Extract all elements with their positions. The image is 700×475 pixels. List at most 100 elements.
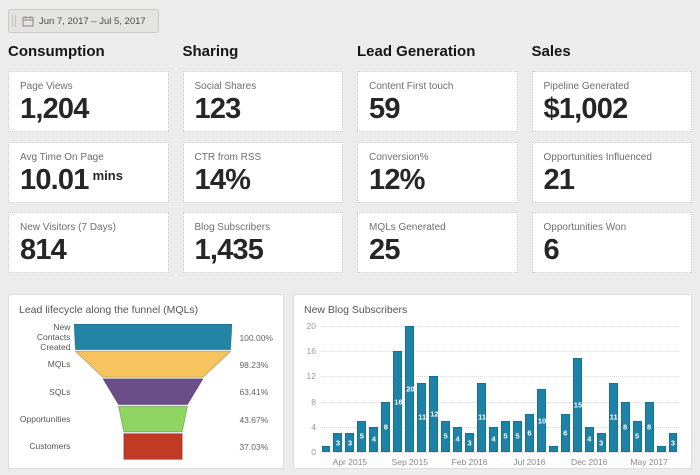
gridline [320,452,679,453]
y-axis-tick-label: 16 [304,347,316,356]
bar[interactable]: 3 [669,433,678,452]
funnel-segment[interactable] [76,351,231,377]
bar[interactable] [657,446,666,452]
bar-value-label: 20 [406,385,413,394]
bar[interactable]: 3 [333,433,342,452]
kpi-card: New Visitors (7 Days) 814 [8,212,169,273]
topbar: Jun 7, 2017 – Jul 5, 2017 [0,0,700,33]
funnel-percent-label: 63.41% [239,379,273,406]
calendar-icon [22,15,34,27]
bar[interactable]: 11 [417,383,426,452]
column-title: Sales [532,43,693,60]
kpi-grid: Consumption Page Views 1,204 Avg Time On… [8,41,692,273]
kpi-value: 1,204 [20,95,157,124]
funnel-segment[interactable] [124,434,183,460]
bar[interactable] [322,446,331,452]
x-axis-tick-label: Jul 2016 [513,458,545,467]
y-axis-tick-label: 20 [304,322,316,331]
bar[interactable]: 4 [489,427,498,452]
bar[interactable]: 5 [633,421,642,453]
gridline [320,326,679,327]
bar-value-label: 4 [370,435,377,444]
column-title: Consumption [8,43,169,60]
bar[interactable]: 5 [441,421,450,453]
kpi-value: 6 [544,236,681,265]
kpi-label: CTR from RSS [195,152,332,163]
kpi-label: Page Views [20,81,157,92]
funnel-percent-label: 43.67% [239,406,273,433]
bar[interactable]: 5 [357,421,366,453]
bar[interactable]: 11 [609,383,618,452]
funnel-shape [74,324,232,461]
bar[interactable]: 15 [573,358,582,453]
bar[interactable]: 4 [453,427,462,452]
bar[interactable]: 8 [645,402,654,452]
charts-row: Lead lifecycle along the funnel (MQLs) N… [8,294,692,469]
column-title: Lead Generation [357,43,518,60]
bar[interactable]: 4 [369,427,378,452]
bar[interactable]: 8 [621,402,630,452]
funnel-percent-label: 37.03% [239,434,273,461]
bar-value-label: 11 [478,413,485,422]
bar[interactable]: 4 [585,427,594,452]
date-range-label: Jun 7, 2017 – Jul 5, 2017 [39,16,146,27]
bar[interactable]: 12 [429,376,438,452]
kpi-label: Social Shares [195,81,332,92]
x-axis-tick-label: Apr 2015 [333,458,368,467]
date-range-picker[interactable]: Jun 7, 2017 – Jul 5, 2017 [8,9,159,33]
funnel-stage-labels: New Contacts Created MQLs SQLs Opportuni… [19,324,70,461]
bar[interactable]: 5 [513,421,522,453]
kpi-card: MQLs Generated 25 [357,212,518,273]
y-axis-tick-label: 0 [304,448,316,457]
column-sales: Sales Pipeline Generated $1,002 Opportun… [532,41,693,273]
bar[interactable]: 3 [465,433,474,452]
funnel-segment[interactable] [119,406,188,432]
kpi-card: Avg Time On Page 10.01mins [8,142,169,203]
bar[interactable]: 5 [501,421,510,453]
bar-value-label: 3 [466,438,473,447]
bar[interactable]: 3 [345,433,354,452]
kpi-label: Pipeline Generated [544,81,681,92]
bar-value-label: 8 [646,422,653,431]
funnel-segment[interactable] [74,324,232,350]
kpi-card: Conversion% 12% [357,142,518,203]
bar-chart-plot-area: 33548162011125431145561061543118583 [320,326,679,452]
funnel-stage-label: SQLs [19,379,70,406]
bar-value-label: 11 [418,413,425,422]
bar[interactable]: 20 [405,326,414,452]
bar-value-label: 3 [670,438,677,447]
kpi-value: $1,002 [544,95,681,124]
bar[interactable]: 3 [597,433,606,452]
bar-value-label: 8 [382,422,389,431]
funnel-percent-label: 98.23% [239,351,273,378]
column-lead-generation: Lead Generation Content First touch 59 C… [357,41,518,273]
funnel-chart-panel: Lead lifecycle along the funnel (MQLs) N… [8,294,284,469]
kpi-card: Pipeline Generated $1,002 [532,71,693,132]
funnel-chart-title: Lead lifecycle along the funnel (MQLs) [19,304,273,316]
funnel-chart: New Contacts Created MQLs SQLs Opportuni… [19,324,273,461]
bar[interactable]: 6 [525,414,534,452]
bar-value-label: 15 [574,400,581,409]
column-consumption: Consumption Page Views 1,204 Avg Time On… [8,41,169,273]
y-axis-tick-label: 4 [304,423,316,432]
bar[interactable]: 6 [561,414,570,452]
bar[interactable]: 8 [381,402,390,452]
kpi-card: Social Shares 123 [183,71,344,132]
kpi-label: Blog Subscribers [195,222,332,233]
bar[interactable]: 11 [477,383,486,452]
bar[interactable]: 16 [393,351,402,452]
y-axis-tick-label: 8 [304,398,316,407]
column-sharing: Sharing Social Shares 123 CTR from RSS 1… [183,41,344,273]
bar-value-label: 4 [454,435,461,444]
bar-value-label: 4 [586,435,593,444]
x-axis-tick-label: Dec 2016 [571,458,607,467]
x-axis-tick-label: Sep 2015 [392,458,428,467]
kpi-card: Content First touch 59 [357,71,518,132]
funnel-segment[interactable] [103,379,203,405]
bar[interactable]: 10 [537,389,546,452]
kpi-value: 25 [369,236,506,265]
grip-icon [12,15,16,27]
bar[interactable] [549,446,558,452]
funnel-stage-label: New Contacts Created [19,324,70,351]
bar-chart: 33548162011125431145561061543118583 0481… [304,320,681,466]
